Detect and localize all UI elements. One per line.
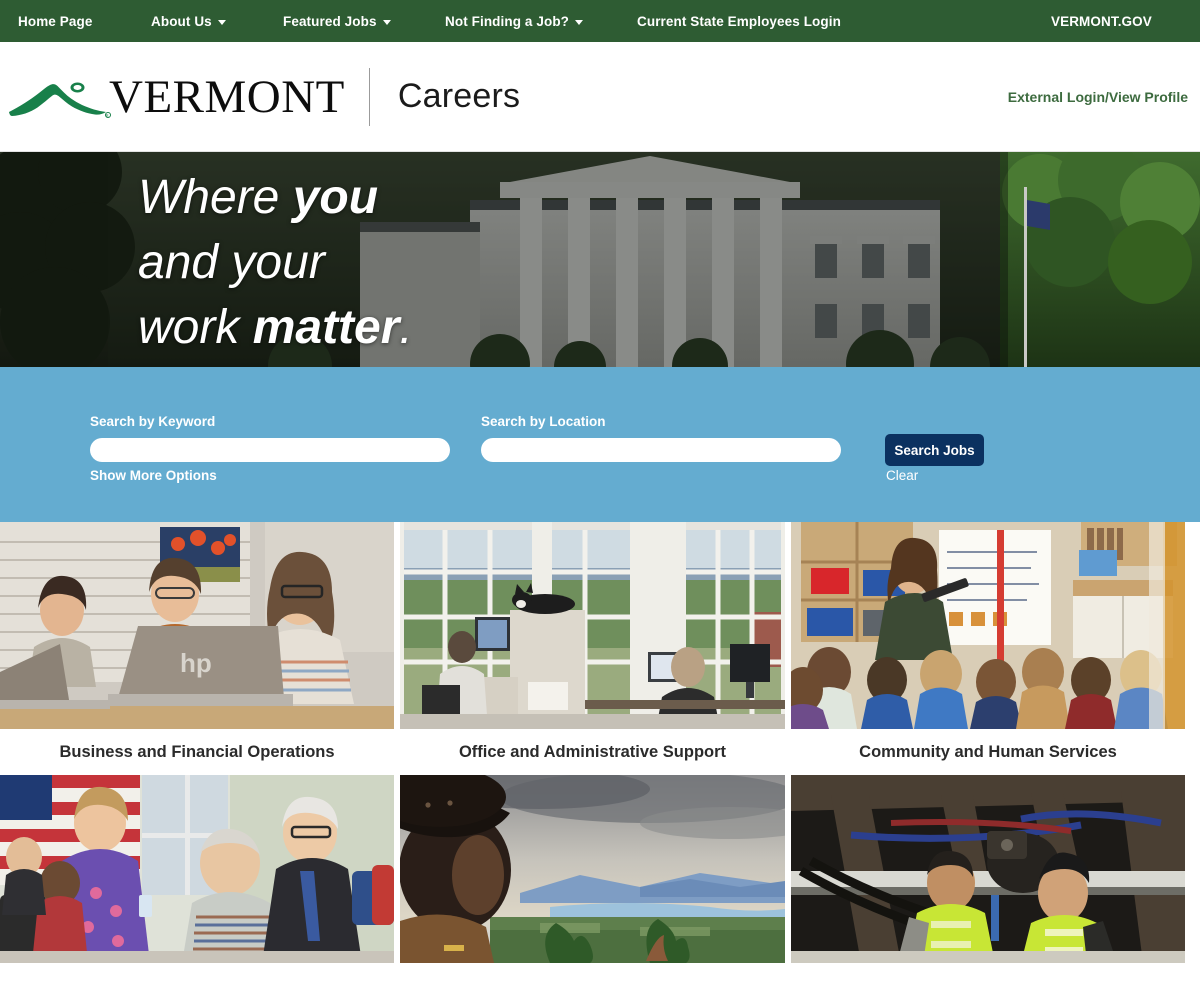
nav-item-about-us[interactable]: About Us [151, 14, 226, 29]
hero-headline-line-3: work matter. [138, 296, 413, 361]
nav-item-home-page[interactable]: Home Page [18, 14, 92, 29]
keyword-field-label: Search by Keyword [90, 414, 216, 429]
hero-line3-period: . [399, 300, 413, 354]
job-category-grid: hp Business and Financial Operations Off… [0, 522, 1200, 977]
page-title: Careers [397, 77, 521, 115]
category-label [791, 963, 1185, 977]
category-label [400, 963, 785, 977]
external-login-link[interactable]: External Login/View Profile [1008, 89, 1188, 105]
site-logo[interactable]: R VERMONT Careers [8, 67, 521, 126]
category-image-skilled-trades [791, 774, 1185, 963]
hero-line3-prefix: work [138, 300, 253, 354]
chevron-down-icon [382, 19, 391, 25]
search-keyword-input[interactable] [90, 438, 450, 462]
location-field-label: Search by Location [481, 414, 606, 429]
nav-item-label: Home Page [18, 13, 93, 29]
logo-divider [368, 67, 370, 126]
hero-headline: Where you and your work matter. [138, 166, 413, 360]
nav-item-vermont-gov[interactable]: VERMONT.GOV [1051, 14, 1152, 29]
nav-item-label: Not Finding a Job? [445, 13, 570, 29]
nav-item-label: VERMONT.GOV [1051, 13, 1152, 29]
nav-item-not-finding-a-job[interactable]: Not Finding a Job? [445, 13, 584, 29]
nav-item-label: About Us [151, 13, 212, 29]
category-tile-healthcare[interactable] [0, 774, 394, 977]
category-label [0, 963, 394, 977]
hero-left-overlay [0, 152, 108, 367]
category-label: Office and Administrative Support [458, 743, 727, 761]
search-location-input[interactable] [481, 438, 841, 462]
show-more-options-link[interactable]: Show More Options [90, 468, 217, 483]
svg-text:hp: hp [180, 648, 212, 678]
site-header: R VERMONT Careers External Login/View Pr… [0, 42, 1200, 152]
nav-item-label: Current State Employees Login [637, 13, 841, 29]
clear-search-link[interactable]: Clear [886, 468, 918, 483]
logo-wordmark: VERMONT [109, 71, 345, 123]
category-image-business-and-financial-operations: hp [0, 522, 394, 729]
hero-headline-line-2: and your [138, 231, 413, 296]
category-tile-business-and-financial-operations[interactable]: hp Business and Financial Operations [0, 522, 394, 763]
category-tile-community-and-human-services[interactable]: Community and Human Services [791, 522, 1185, 763]
chevron-down-icon [575, 19, 584, 25]
category-tile-natural-resources[interactable] [400, 774, 785, 977]
category-image-natural-resources [400, 774, 785, 963]
category-tile-skilled-trades[interactable] [791, 774, 1185, 977]
vermont-mountain-logo-icon: R [9, 82, 111, 118]
grid-row-gap [0, 762, 1185, 775]
chevron-down-icon [217, 19, 226, 25]
category-tile-office-and-administrative-support[interactable]: Office and Administrative Support [400, 522, 785, 763]
hero-line3-emphasis: matter [252, 300, 400, 354]
nav-item-featured-jobs[interactable]: Featured Jobs [283, 14, 391, 29]
category-image-healthcare [0, 774, 394, 963]
search-jobs-button[interactable]: Search Jobs [885, 434, 984, 466]
category-label: Business and Financial Operations [59, 743, 335, 761]
category-label: Community and Human Services [859, 743, 1117, 761]
hero-line2-text: and your [138, 235, 325, 289]
nav-item-current-state-employees-login[interactable]: Current State Employees Login [637, 14, 841, 29]
hero-line1-emphasis: you [292, 171, 379, 224]
category-image-community-and-human-services [791, 522, 1185, 729]
hero-line1-prefix: Where [138, 171, 293, 224]
nav-item-label: Featured Jobs [283, 13, 377, 29]
hero-headline-line-1: Where you [138, 166, 413, 231]
top-navigation-bar: Home Page About Us Featured Jobs Not Fin… [0, 0, 1200, 42]
hero-banner: Where you and your work matter. [0, 152, 1200, 367]
category-image-office-and-administrative-support [400, 522, 785, 729]
